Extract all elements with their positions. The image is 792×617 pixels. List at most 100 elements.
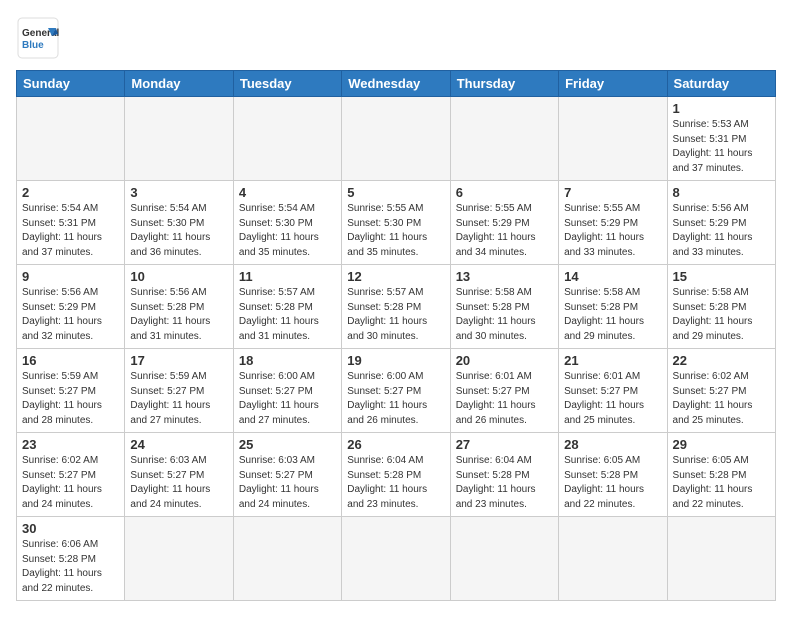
day-number: 18 (239, 353, 336, 368)
day-number: 27 (456, 437, 553, 452)
day-number: 28 (564, 437, 661, 452)
day-number: 6 (456, 185, 553, 200)
day-number: 5 (347, 185, 444, 200)
weekday-header-monday: Monday (125, 71, 233, 97)
calendar-cell: 27 Sunrise: 6:04 AMSunset: 5:28 PMDayligh… (450, 433, 558, 517)
day-number: 21 (564, 353, 661, 368)
calendar-cell (667, 517, 775, 601)
day-info: Sunrise: 6:02 AMSunset: 5:27 PMDaylight:… (673, 370, 770, 428)
calendar-cell: 30 Sunrise: 6:06 AMSunset: 5:28 PMDayligh… (17, 517, 125, 601)
calendar-cell: 20Sunrise: 6:01 AMSunset: 5:27 PMDayligh… (450, 349, 558, 433)
calendar-cell: 28 Sunrise: 6:05 AMSunset: 5:28 PMDayligh… (559, 433, 667, 517)
day-info: Sunrise: 6:01 AMSunset: 5:27 PMDaylight:… (456, 370, 553, 428)
day-number: 22 (673, 353, 770, 368)
calendar-cell (342, 517, 450, 601)
calendar-cell: 21 Sunrise: 6:01 AMSunset: 5:27 PMDayligh… (559, 349, 667, 433)
svg-text:Blue: Blue (22, 40, 44, 51)
day-number: 30 (22, 521, 119, 536)
day-info: Sunrise: 5:55 AMSunset: 5:29 PMDaylight:… (456, 202, 553, 260)
day-number: 2 (22, 185, 119, 200)
day-info: Sunrise: 5:54 AMSunset: 5:31 PMDaylight:… (22, 202, 119, 260)
day-number: 19 (347, 353, 444, 368)
day-info: Sunrise: 5:54 AMSunset: 5:30 PMDaylight:… (130, 202, 227, 260)
calendar-cell: 22 Sunrise: 6:02 AMSunset: 5:27 PMDayligh… (667, 349, 775, 433)
calendar-cell: 9 Sunrise: 5:56 AMSunset: 5:29 PMDaylight… (17, 265, 125, 349)
day-info: Sunrise: 5:58 AMSunset: 5:28 PMDaylight:… (456, 286, 553, 344)
day-number: 8 (673, 185, 770, 200)
day-info: Sunrise: 6:02 AMSunset: 5:27 PMDaylight:… (22, 454, 119, 512)
day-info: Sunrise: 6:00 AMSunset: 5:27 PMDaylight:… (347, 370, 444, 428)
calendar-cell (342, 97, 450, 181)
weekday-header-friday: Friday (559, 71, 667, 97)
day-number: 3 (130, 185, 227, 200)
calendar-cell: 4Sunrise: 5:54 AMSunset: 5:30 PMDaylight… (233, 181, 341, 265)
day-number: 1 (673, 101, 770, 116)
calendar-cell: 11 Sunrise: 5:57 AMSunset: 5:28 PMDayligh… (233, 265, 341, 349)
day-number: 16 (22, 353, 119, 368)
day-info: Sunrise: 6:06 AMSunset: 5:28 PMDaylight:… (22, 538, 119, 596)
day-info: Sunrise: 6:00 AMSunset: 5:27 PMDaylight:… (239, 370, 336, 428)
day-info: Sunrise: 5:55 AMSunset: 5:29 PMDaylight:… (564, 202, 661, 260)
day-info: Sunrise: 6:01 AMSunset: 5:27 PMDaylight:… (564, 370, 661, 428)
day-number: 26 (347, 437, 444, 452)
calendar-cell (450, 97, 558, 181)
logo: General Blue (16, 16, 60, 60)
day-info: Sunrise: 6:04 AMSunset: 5:28 PMDaylight:… (456, 454, 553, 512)
calendar-cell (559, 517, 667, 601)
calendar-cell: 14 Sunrise: 5:58 AMSunset: 5:28 PMDayligh… (559, 265, 667, 349)
calendar-cell: 29 Sunrise: 6:05 AMSunset: 5:28 PMDayligh… (667, 433, 775, 517)
weekday-header-thursday: Thursday (450, 71, 558, 97)
day-info: Sunrise: 5:58 AMSunset: 5:28 PMDaylight:… (564, 286, 661, 344)
calendar-cell: 23 Sunrise: 6:02 AMSunset: 5:27 PMDayligh… (17, 433, 125, 517)
day-info: Sunrise: 5:55 AMSunset: 5:30 PMDaylight:… (347, 202, 444, 260)
calendar-table: SundayMondayTuesdayWednesdayThursdayFrid… (16, 70, 776, 601)
day-info: Sunrise: 5:58 AMSunset: 5:28 PMDaylight:… (673, 286, 770, 344)
calendar-cell: 15 Sunrise: 5:58 AMSunset: 5:28 PMDayligh… (667, 265, 775, 349)
calendar-cell: 8Sunrise: 5:56 AMSunset: 5:29 PMDaylight… (667, 181, 775, 265)
day-number: 24 (130, 437, 227, 452)
day-info: Sunrise: 6:05 AMSunset: 5:28 PMDaylight:… (673, 454, 770, 512)
day-info: Sunrise: 6:05 AMSunset: 5:28 PMDaylight:… (564, 454, 661, 512)
calendar-cell: 12Sunrise: 5:57 AMSunset: 5:28 PMDayligh… (342, 265, 450, 349)
day-number: 13 (456, 269, 553, 284)
day-info: Sunrise: 6:03 AMSunset: 5:27 PMDaylight:… (130, 454, 227, 512)
day-info: Sunrise: 6:04 AMSunset: 5:28 PMDaylight:… (347, 454, 444, 512)
day-info: Sunrise: 5:56 AMSunset: 5:29 PMDaylight:… (22, 286, 119, 344)
calendar-cell: 17Sunrise: 5:59 AMSunset: 5:27 PMDayligh… (125, 349, 233, 433)
day-number: 29 (673, 437, 770, 452)
calendar-cell: 10Sunrise: 5:56 AMSunset: 5:28 PMDayligh… (125, 265, 233, 349)
day-number: 14 (564, 269, 661, 284)
calendar-cell: 18 Sunrise: 6:00 AMSunset: 5:27 PMDayligh… (233, 349, 341, 433)
weekday-header-saturday: Saturday (667, 71, 775, 97)
day-number: 11 (239, 269, 336, 284)
calendar-cell: 26 Sunrise: 6:04 AMSunset: 5:28 PMDayligh… (342, 433, 450, 517)
calendar-cell: 13 Sunrise: 5:58 AMSunset: 5:28 PMDayligh… (450, 265, 558, 349)
day-number: 10 (130, 269, 227, 284)
day-number: 7 (564, 185, 661, 200)
day-info: Sunrise: 5:59 AMSunset: 5:27 PMDaylight:… (22, 370, 119, 428)
calendar-cell: 5 Sunrise: 5:55 AMSunset: 5:30 PMDaylight… (342, 181, 450, 265)
day-info: Sunrise: 5:53 AMSunset: 5:31 PMDaylight:… (673, 118, 770, 176)
logo-icon: General Blue (16, 16, 60, 60)
day-number: 15 (673, 269, 770, 284)
day-number: 9 (22, 269, 119, 284)
calendar-cell: 7 Sunrise: 5:55 AMSunset: 5:29 PMDaylight… (559, 181, 667, 265)
day-number: 23 (22, 437, 119, 452)
day-number: 4 (239, 185, 336, 200)
weekday-header-tuesday: Tuesday (233, 71, 341, 97)
day-number: 17 (130, 353, 227, 368)
calendar-cell (125, 97, 233, 181)
day-number: 25 (239, 437, 336, 452)
day-number: 12 (347, 269, 444, 284)
day-info: Sunrise: 5:57 AMSunset: 5:28 PMDaylight:… (239, 286, 336, 344)
calendar-cell: 24 Sunrise: 6:03 AMSunset: 5:27 PMDayligh… (125, 433, 233, 517)
calendar-cell (233, 517, 341, 601)
calendar-cell: 25 Sunrise: 6:03 AMSunset: 5:27 PMDayligh… (233, 433, 341, 517)
calendar-cell (450, 517, 558, 601)
calendar-cell (17, 97, 125, 181)
calendar-cell (559, 97, 667, 181)
calendar-cell: 16 Sunrise: 5:59 AMSunset: 5:27 PMDayligh… (17, 349, 125, 433)
day-info: Sunrise: 6:03 AMSunset: 5:27 PMDaylight:… (239, 454, 336, 512)
calendar-cell: 2 Sunrise: 5:54 AMSunset: 5:31 PMDaylight… (17, 181, 125, 265)
calendar-cell (233, 97, 341, 181)
